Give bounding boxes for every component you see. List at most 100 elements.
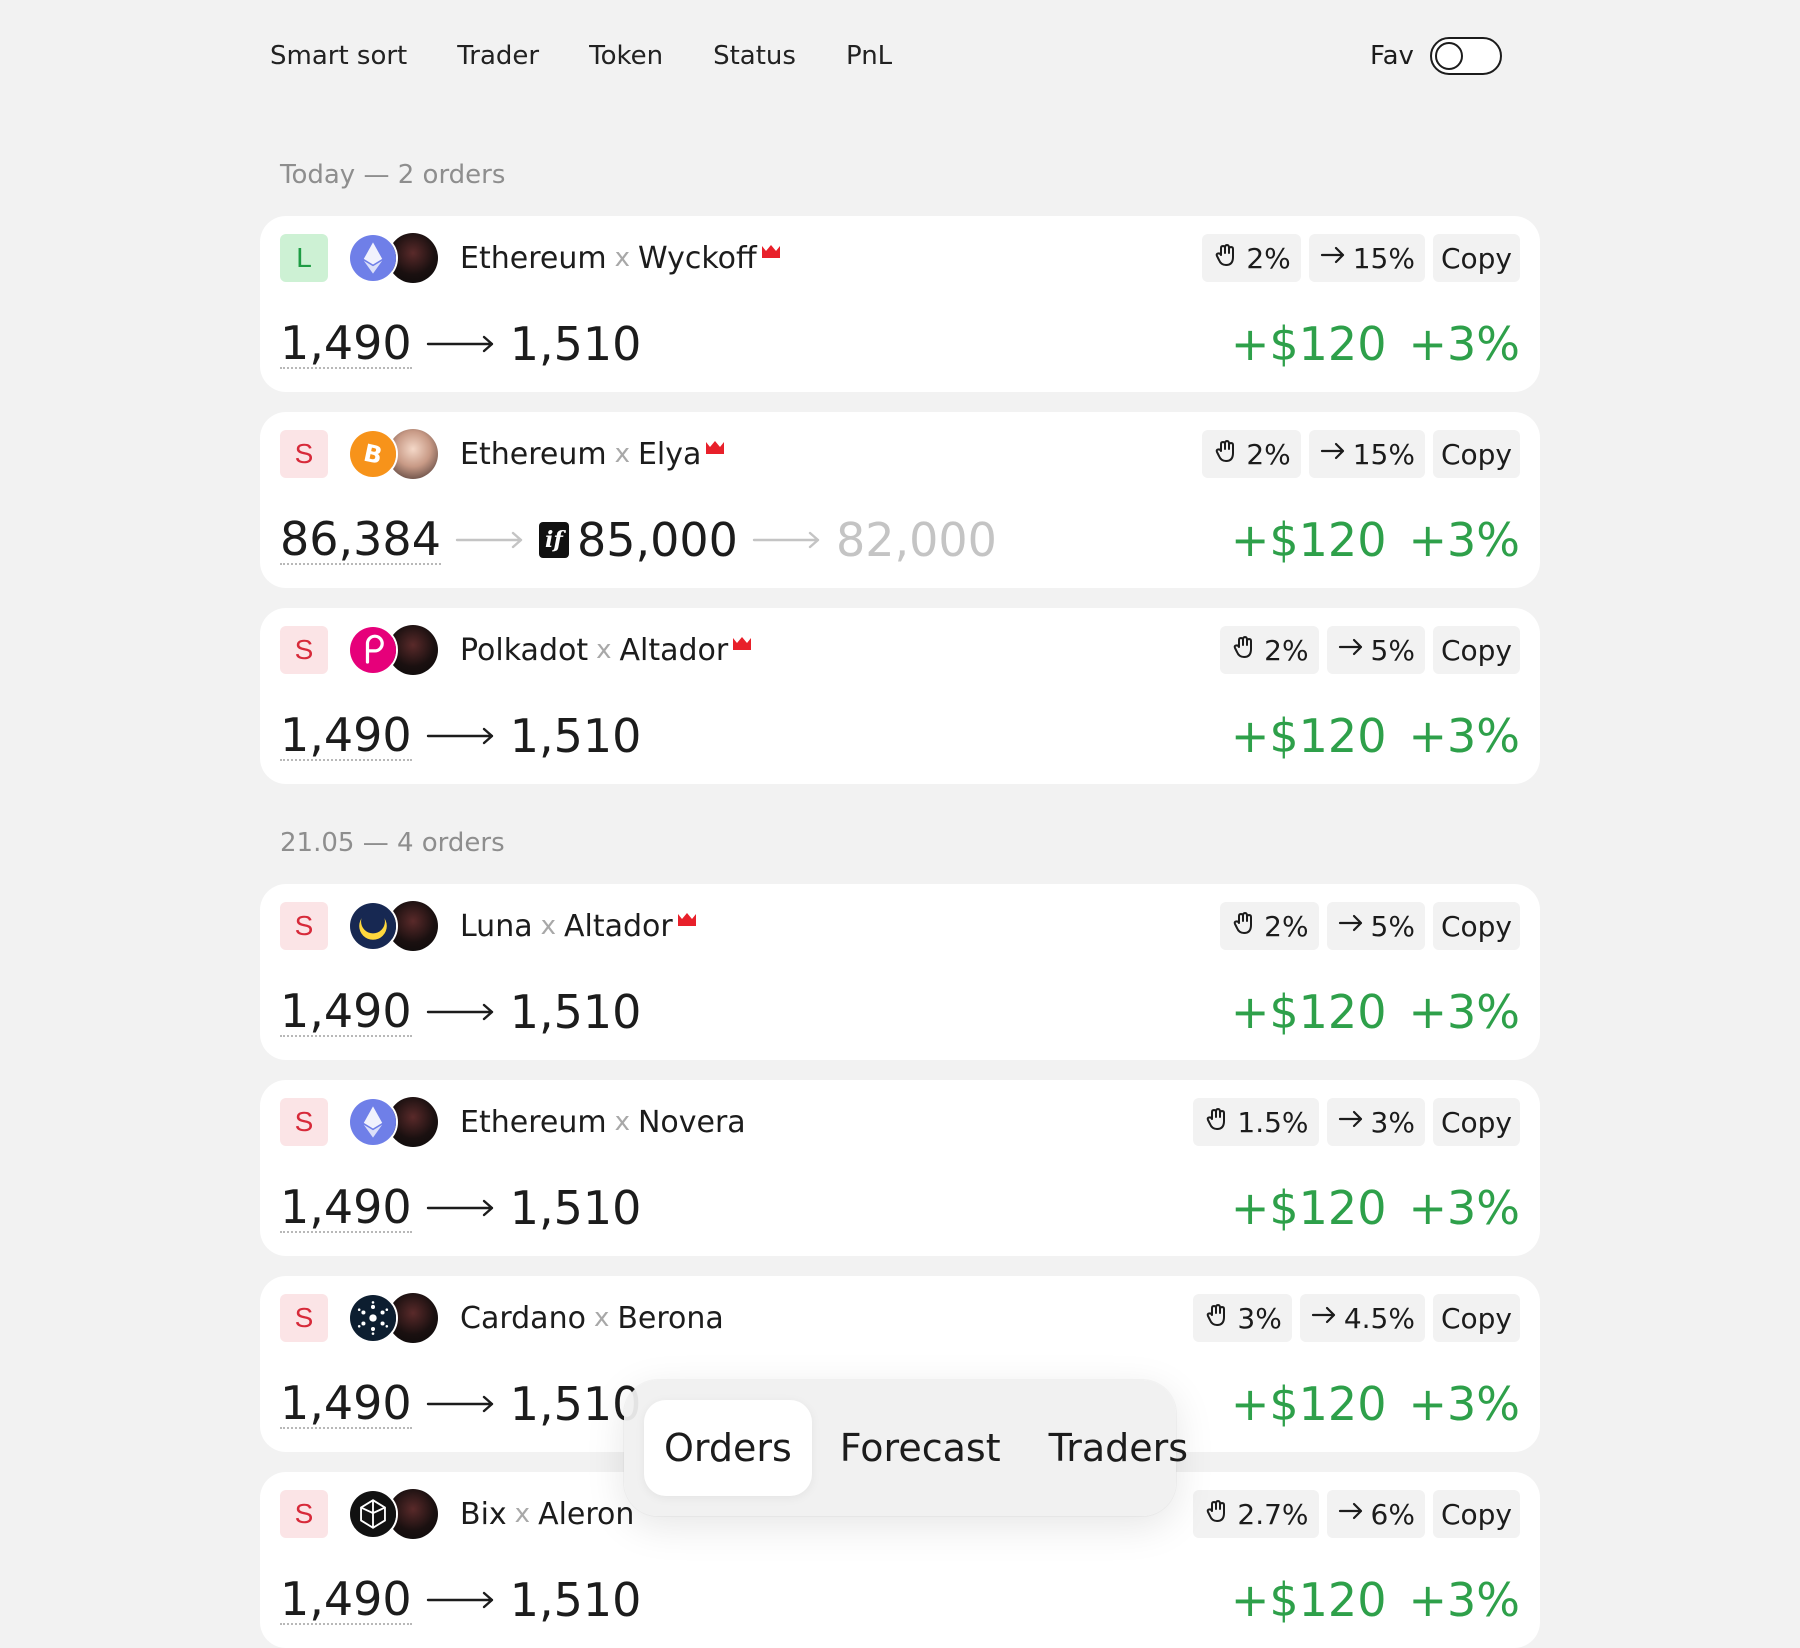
copy-button[interactable]: Copy [1432, 1098, 1520, 1146]
copy-button[interactable]: Copy [1432, 1490, 1520, 1538]
coin-name: Polkadot [460, 632, 589, 668]
avatar-pair [348, 233, 440, 283]
side-badge: S [280, 1490, 328, 1538]
pair-separator: x [614, 243, 630, 273]
take-profit-value: 6% [1370, 1497, 1415, 1531]
avatar-pair: B [348, 429, 440, 479]
stop-hand-icon [1212, 241, 1240, 276]
order-card[interactable]: L Ethereum x Wyckoff 2% 15% Copy 1,490 1,510 +$12… [260, 216, 1540, 392]
entry-price[interactable]: 1,490 [280, 319, 412, 369]
stop-loss-chip[interactable]: 2% [1220, 902, 1319, 950]
avatar-pair [348, 1293, 440, 1343]
side-badge: S [280, 1294, 328, 1342]
trader-name[interactable]: Novera [638, 1105, 746, 1140]
trader-name[interactable]: Elya [638, 437, 701, 472]
copy-button[interactable]: Copy [1432, 430, 1520, 478]
entry-price[interactable]: 1,490 [280, 987, 412, 1037]
entry-price[interactable]: 1,490 [280, 1183, 412, 1233]
trader-name[interactable]: Wyckoff [638, 241, 757, 276]
copy-button[interactable]: Copy [1432, 902, 1520, 950]
tab-traders[interactable]: Traders [1029, 1400, 1208, 1496]
stop-loss-chip[interactable]: 2% [1202, 430, 1301, 478]
order-prices: 1,490 1,510 +$120 +3% [280, 708, 1520, 764]
arrow-icon [426, 1394, 496, 1414]
trader-name[interactable]: Aleron [538, 1497, 634, 1532]
pair-name: Bix x Aleron [460, 1497, 634, 1532]
order-card[interactable]: S Luna x Altador 2% 5% Copy 1,490 1,510 +$120 +3% [260, 884, 1540, 1060]
take-profit-chip[interactable]: 5% [1326, 902, 1425, 950]
take-profit-value: 15% [1352, 241, 1415, 275]
order-chips: 2% 5% Copy [1220, 902, 1520, 950]
take-profit-value: 5% [1370, 633, 1415, 667]
filter-token[interactable]: Token [589, 41, 663, 71]
current-price: 1,510 [509, 985, 642, 1039]
take-profit-chip[interactable]: 5% [1326, 626, 1425, 674]
trader-name[interactable]: Berona [617, 1301, 723, 1336]
pnl: +$120 +3% [1231, 1377, 1520, 1431]
pair-name: Ethereum x Novera [460, 1105, 746, 1140]
copy-button[interactable]: Copy [1432, 1294, 1520, 1342]
avatar-pair [348, 901, 440, 951]
entry-price[interactable]: 1,490 [280, 1575, 412, 1625]
stop-loss-chip[interactable]: 3% [1193, 1294, 1292, 1342]
section-title-2105: 21.05 — 4 orders [280, 828, 505, 858]
take-profit-value: 5% [1370, 909, 1415, 943]
stop-loss-value: 2% [1246, 241, 1291, 275]
stop-loss-chip[interactable]: 2% [1220, 626, 1319, 674]
take-profit-chip[interactable]: 15% [1308, 430, 1425, 478]
entry-price[interactable]: 1,490 [280, 711, 412, 761]
fav-toggle[interactable] [1429, 37, 1502, 75]
filter-status[interactable]: Status [713, 41, 796, 71]
order-header: S Luna x Altador 2% 5% Copy [280, 901, 1520, 951]
take-profit-chip[interactable]: 4.5% [1299, 1294, 1425, 1342]
take-profit-value: 15% [1352, 437, 1415, 471]
limit-price: 85,000 [576, 513, 738, 567]
arrow-icon [426, 1590, 496, 1610]
pair-name: Luna x Altador [460, 909, 697, 944]
order-chips: 2% 15% Copy [1202, 234, 1520, 282]
current-price: 1,510 [509, 1181, 642, 1235]
pnl-usd: +$120 [1230, 709, 1387, 763]
filter-bar: Smart sort Trader Token Status PnL [270, 36, 892, 76]
side-badge: L [280, 234, 328, 282]
bix-icon [348, 1489, 398, 1539]
tab-orders[interactable]: Orders [644, 1400, 812, 1496]
pair-name: Polkadot x Altador [460, 633, 752, 668]
stop-hand-icon [1212, 437, 1240, 472]
order-card[interactable]: S Ethereum x Novera 1.5% 3% Copy 1,490 1,510 +$12… [260, 1080, 1540, 1256]
filter-trader[interactable]: Trader [457, 41, 539, 71]
pair-name: Ethereum x Wyckoff [460, 241, 781, 276]
pnl: +$120 +3% [1231, 1181, 1520, 1235]
pair-separator: x [614, 1107, 630, 1137]
filter-pnl[interactable]: PnL [846, 41, 892, 71]
copy-button[interactable]: Copy [1432, 234, 1520, 282]
arrow-right-icon [1337, 1105, 1365, 1140]
arrow-right-icon [1337, 909, 1365, 944]
stop-loss-chip[interactable]: 2% [1202, 234, 1301, 282]
stop-loss-chip[interactable]: 2.7% [1193, 1490, 1319, 1538]
order-prices: 1,490 1,510 +$120 +3% [280, 984, 1520, 1040]
coin-name: Ethereum [460, 240, 607, 276]
entry-price[interactable]: 1,490 [280, 1379, 412, 1429]
copy-button[interactable]: Copy [1432, 626, 1520, 674]
fav-filter: Fav [1370, 34, 1502, 78]
tab-forecast[interactable]: Forecast [820, 1400, 1021, 1496]
order-card[interactable]: S B Ethereum x Elya 2% 15% Copy 86,384 if 85,000 82… [260, 412, 1540, 588]
take-profit-chip[interactable]: 6% [1326, 1490, 1425, 1538]
pair-name: Ethereum x Elya [460, 437, 725, 472]
order-chips: 1.5% 3% Copy [1193, 1098, 1520, 1146]
crown-icon [677, 913, 696, 926]
pnl-usd: +$120 [1230, 1181, 1387, 1235]
order-card[interactable]: S Polkadot x Altador 2% 5% Copy 1,490 1,510 +$120… [260, 608, 1540, 784]
stop-hand-icon [1230, 909, 1258, 944]
trader-name[interactable]: Altador [620, 633, 729, 668]
stop-loss-chip[interactable]: 1.5% [1193, 1098, 1319, 1146]
order-prices: 1,490 1,510 +$120 +3% [280, 1572, 1520, 1628]
ethereum-icon [348, 1097, 398, 1147]
filter-smart-sort[interactable]: Smart sort [270, 41, 407, 71]
take-profit-chip[interactable]: 15% [1308, 234, 1425, 282]
entry-price[interactable]: 86,384 [280, 515, 441, 565]
order-header: S Ethereum x Novera 1.5% 3% Copy [280, 1097, 1520, 1147]
take-profit-chip[interactable]: 3% [1326, 1098, 1425, 1146]
trader-name[interactable]: Altador [564, 909, 673, 944]
